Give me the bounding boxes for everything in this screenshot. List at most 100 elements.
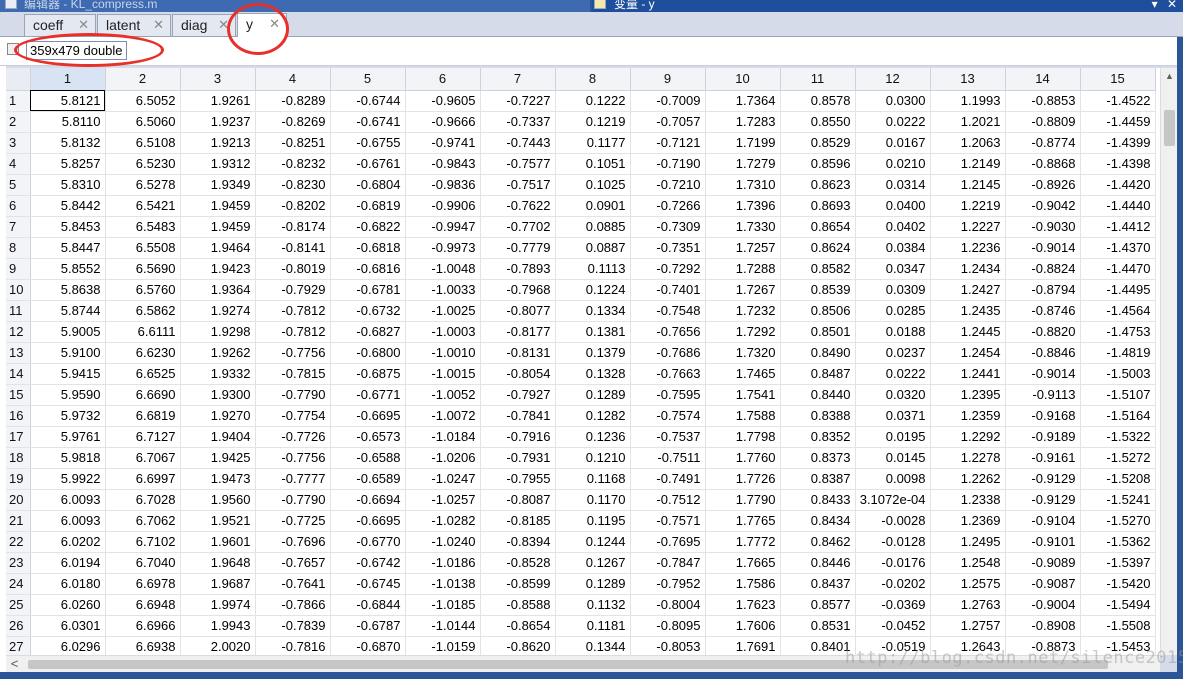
table-cell[interactable]: 6.7062 [105,510,181,532]
table-cell[interactable]: 6.7028 [105,489,181,511]
table-cell[interactable]: 6.6230 [105,342,181,364]
table-cell[interactable]: 0.0222 [855,111,931,133]
table-cell[interactable]: -1.4399 [1080,132,1156,154]
table-cell[interactable]: -0.7571 [630,510,706,532]
table-cell[interactable]: 0.8490 [780,342,856,364]
row-header[interactable]: 2 [6,111,31,133]
table-cell[interactable]: 5.8110 [30,111,106,133]
table-cell[interactable]: 0.1244 [555,531,631,553]
table-cell[interactable]: -0.8868 [1005,153,1081,175]
table-cell[interactable]: 1.2427 [930,279,1006,301]
table-cell[interactable]: 6.5483 [105,216,181,238]
table-cell[interactable]: -0.7577 [480,153,556,175]
table-cell[interactable]: 0.0188 [855,321,931,343]
table-cell[interactable]: -0.7839 [255,615,331,637]
table-cell[interactable]: -0.7512 [630,489,706,511]
table-cell[interactable]: -0.7815 [255,363,331,385]
table-cell[interactable]: 6.0296 [30,636,106,655]
table-cell[interactable]: 5.8257 [30,153,106,175]
table-cell[interactable]: 0.1328 [555,363,631,385]
corner-cell[interactable] [6,68,31,91]
table-cell[interactable]: 0.8387 [780,468,856,490]
table-cell[interactable]: -1.0015 [405,363,481,385]
table-cell[interactable]: -0.8230 [255,174,331,196]
table-cell[interactable]: 1.2763 [930,594,1006,616]
table-cell[interactable]: 0.8446 [780,552,856,574]
table-cell[interactable]: 0.1170 [555,489,631,511]
table-cell[interactable]: 0.8577 [780,594,856,616]
table-cell[interactable]: 0.0309 [855,279,931,301]
column-header[interactable]: 5 [330,68,406,91]
table-cell[interactable]: 5.9415 [30,363,106,385]
table-cell[interactable]: -0.6744 [330,90,406,112]
row-header[interactable]: 11 [6,300,31,322]
table-cell[interactable]: 1.7364 [705,90,781,112]
table-cell[interactable]: 0.0285 [855,300,931,322]
row-header[interactable]: 16 [6,405,31,427]
table-cell[interactable]: 6.5060 [105,111,181,133]
table-cell[interactable]: 1.7691 [705,636,781,655]
table-cell[interactable]: -0.8004 [630,594,706,616]
row-header[interactable]: 4 [6,153,31,175]
table-cell[interactable]: -0.9741 [405,132,481,154]
table-cell[interactable]: -0.7537 [630,426,706,448]
table-cell[interactable]: 0.1113 [555,258,631,280]
table-cell[interactable]: 1.2395 [930,384,1006,406]
table-cell[interactable]: -0.7779 [480,237,556,259]
table-cell[interactable]: 0.1222 [555,90,631,112]
table-cell[interactable]: 6.6525 [105,363,181,385]
table-cell[interactable]: 6.0202 [30,531,106,553]
table-cell[interactable]: -0.8620 [480,636,556,655]
table-cell[interactable]: -1.5208 [1080,468,1156,490]
table-cell[interactable]: 1.7588 [705,405,781,427]
table-cell[interactable]: -0.6781 [330,279,406,301]
column-header[interactable]: 2 [105,68,181,91]
table-cell[interactable]: -0.0028 [855,510,931,532]
table-cell[interactable]: 5.8442 [30,195,106,217]
table-cell[interactable]: -1.0048 [405,258,481,280]
table-cell[interactable]: -0.8095 [630,615,706,637]
table-cell[interactable]: -0.6694 [330,489,406,511]
table-cell[interactable]: -1.0206 [405,447,481,469]
table-cell[interactable]: 1.7760 [705,447,781,469]
table-cell[interactable]: -0.8926 [1005,174,1081,196]
table-cell[interactable]: -0.8746 [1005,300,1081,322]
table-cell[interactable]: 0.8582 [780,258,856,280]
table-cell[interactable]: 1.7726 [705,468,781,490]
table-cell[interactable]: -1.4819 [1080,342,1156,364]
table-cell[interactable]: -0.9836 [405,174,481,196]
table-cell[interactable]: -0.8054 [480,363,556,385]
table-cell[interactable]: 1.7320 [705,342,781,364]
row-header[interactable]: 10 [6,279,31,301]
table-cell[interactable]: -0.7847 [630,552,706,574]
row-header[interactable]: 26 [6,615,31,637]
table-cell[interactable]: -0.7686 [630,342,706,364]
tab-diag[interactable]: diag ✕ [172,14,236,36]
table-cell[interactable]: 0.8437 [780,573,856,595]
table-cell[interactable]: 0.1051 [555,153,631,175]
table-cell[interactable]: -0.8809 [1005,111,1081,133]
row-header[interactable]: 15 [6,384,31,406]
table-cell[interactable]: -0.8846 [1005,342,1081,364]
table-cell[interactable]: -0.7893 [480,258,556,280]
table-cell[interactable]: 6.0093 [30,489,106,511]
table-cell[interactable]: 0.1379 [555,342,631,364]
table-cell[interactable]: -0.6573 [330,426,406,448]
table-cell[interactable]: -0.8232 [255,153,331,175]
table-cell[interactable]: -0.7548 [630,300,706,322]
table-cell[interactable]: -0.7210 [630,174,706,196]
table-cell[interactable]: 6.5862 [105,300,181,322]
table-cell[interactable]: 1.2236 [930,237,1006,259]
table-cell[interactable]: 6.0301 [30,615,106,637]
table-cell[interactable]: -0.6588 [330,447,406,469]
table-cell[interactable]: 0.1025 [555,174,631,196]
table-cell[interactable]: 0.0300 [855,90,931,112]
table-cell[interactable]: 6.6966 [105,615,181,637]
table-cell[interactable]: -0.9030 [1005,216,1081,238]
row-header[interactable]: 25 [6,594,31,616]
table-cell[interactable]: -0.8654 [480,615,556,637]
table-cell[interactable]: 1.7257 [705,237,781,259]
table-cell[interactable]: 1.9560 [180,489,256,511]
table-cell[interactable]: 5.8447 [30,237,106,259]
row-header[interactable]: 17 [6,426,31,448]
